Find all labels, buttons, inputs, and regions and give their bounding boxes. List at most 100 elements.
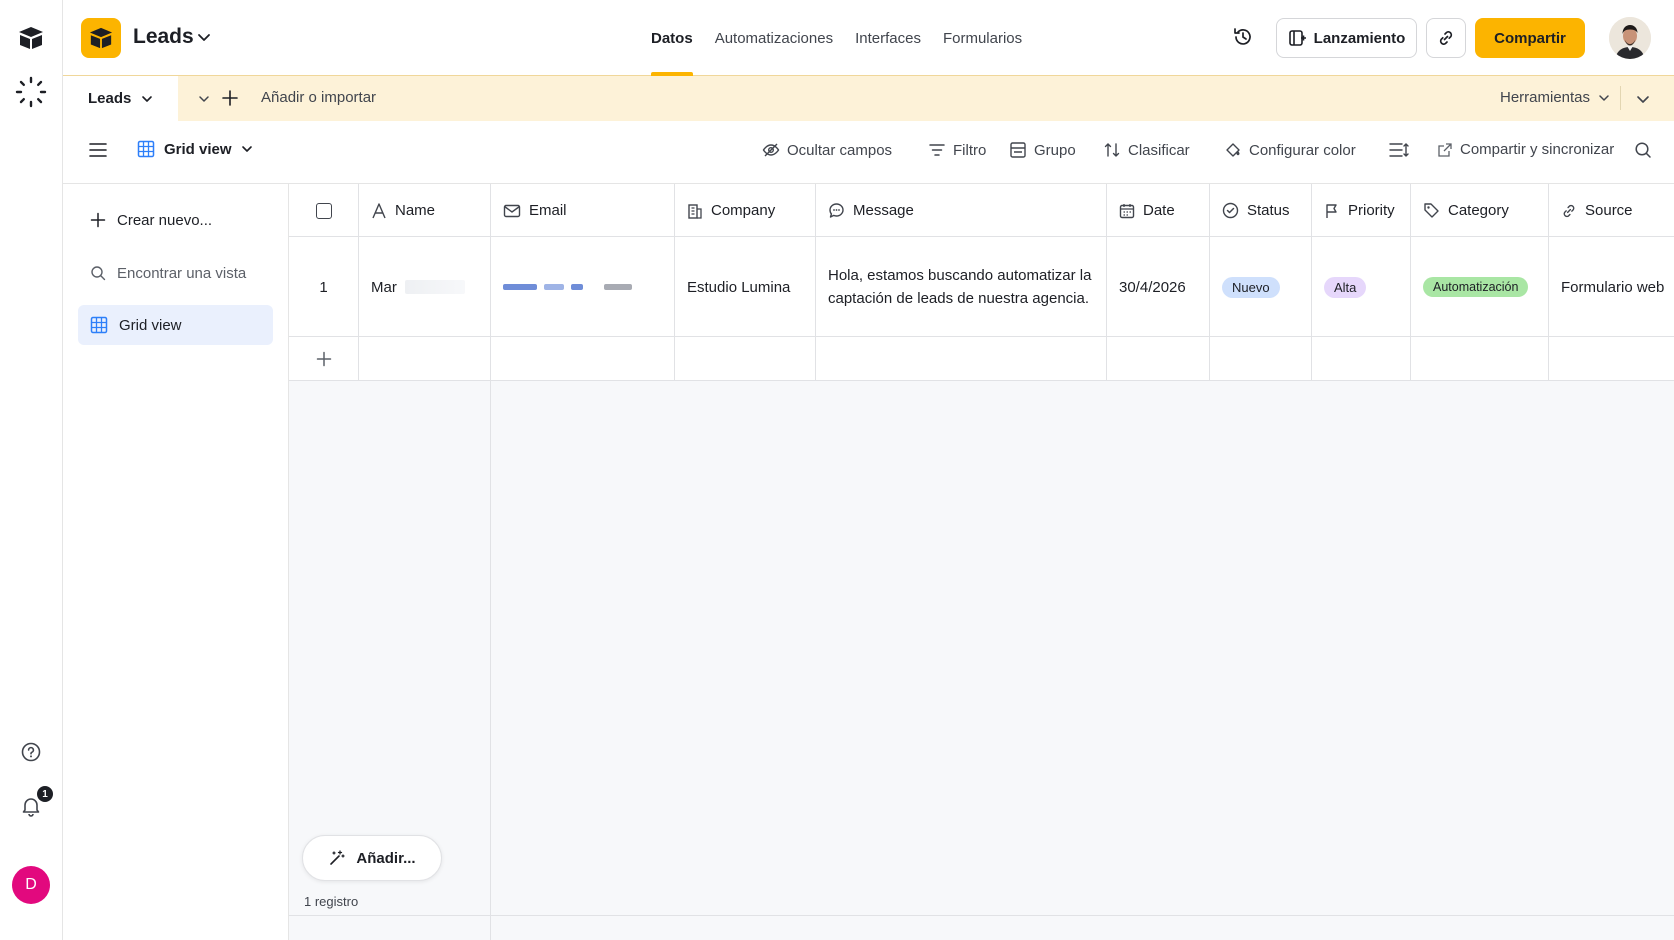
empty-cell [816, 337, 1107, 381]
color-config-button[interactable]: Configurar color [1224, 141, 1356, 159]
tables-bar: Leads Añadir o importar Herramientas [63, 76, 1674, 121]
share-button[interactable]: Compartir [1475, 18, 1585, 58]
view-name: Grid view [164, 140, 232, 158]
loading-spinner-icon[interactable] [15, 76, 47, 108]
plus-icon [90, 212, 106, 228]
link-icon [1563, 204, 1575, 217]
home-logo-icon[interactable] [15, 22, 47, 54]
tab-automatizaciones[interactable]: Automatizaciones [704, 0, 844, 76]
base-name[interactable]: Leads [133, 25, 194, 49]
column-header-message[interactable]: Message [816, 184, 1107, 237]
search-icon[interactable] [1634, 141, 1652, 159]
tools-menu[interactable]: Herramientas [1500, 89, 1610, 106]
search-icon [91, 266, 106, 281]
copy-link-button[interactable] [1426, 18, 1466, 58]
share-sync-button[interactable]: Compartir y sincronizar [1437, 141, 1614, 158]
empty-cell [1411, 337, 1549, 381]
cell-company[interactable]: Estudio Lumina [675, 237, 816, 337]
launch-icon [1288, 30, 1306, 46]
column-header-date[interactable]: Date [1107, 184, 1210, 237]
email-icon [503, 204, 521, 217]
hamburger-menu-icon[interactable] [89, 142, 107, 158]
redacted-text [404, 280, 465, 294]
column-header-email[interactable]: Email [491, 184, 675, 237]
grid-view-icon [90, 316, 108, 334]
paint-bucket-icon [1226, 143, 1240, 157]
link-icon [1439, 31, 1453, 45]
column-header-company[interactable]: Company [675, 184, 816, 237]
external-share-icon [1438, 142, 1452, 157]
filter-icon [929, 144, 945, 156]
cell-source[interactable]: Formulario web [1549, 237, 1674, 337]
view-bar: Grid view Ocultar campos Filtro Grupo Cl… [63, 121, 1674, 184]
add-or-import-button[interactable]: Añadir o importar [261, 89, 376, 106]
view-switcher[interactable]: Grid view [137, 140, 253, 158]
cell-date[interactable]: 30/4/2026 [1107, 237, 1210, 337]
create-new-view-button[interactable]: Crear nuevo... [78, 200, 273, 240]
empty-cell [1210, 337, 1312, 381]
filter-button[interactable]: Filtro [928, 141, 986, 159]
base-icon[interactable] [81, 18, 121, 58]
add-record-button[interactable]: Añadir... [302, 835, 442, 881]
group-button[interactable]: Grupo [1009, 141, 1076, 159]
cell-email[interactable] [491, 237, 675, 337]
priority-badge: Alta [1324, 276, 1367, 298]
launch-button[interactable]: Lanzamiento [1276, 18, 1417, 58]
chat-bubble-icon [829, 203, 844, 218]
views-sidebar: Crear nuevo... Encontrar una vista Grid … [63, 184, 289, 940]
sort-button[interactable]: Clasificar [1103, 141, 1190, 159]
flag-icon [1326, 203, 1337, 218]
help-icon[interactable] [15, 736, 47, 768]
check-circle-icon [1222, 202, 1239, 219]
left-rail: 1 D [0, 0, 63, 940]
add-table-plus-icon[interactable] [221, 89, 239, 107]
expand-chevron-icon[interactable] [1636, 92, 1650, 106]
share-label: Compartir [1494, 29, 1566, 47]
find-view-input[interactable]: Encontrar una vista [78, 253, 273, 293]
cell-priority[interactable]: Alta [1312, 237, 1411, 337]
add-row[interactable] [289, 337, 1674, 381]
history-icon[interactable] [1232, 26, 1254, 48]
user-avatar[interactable] [1609, 17, 1651, 59]
all-tables-chevron-icon[interactable] [198, 93, 210, 105]
summary-bar-divider [289, 915, 1674, 916]
record-count: 1 registro [304, 894, 359, 909]
cell-category[interactable]: Automatización [1411, 237, 1549, 337]
empty-cell [675, 337, 816, 381]
column-header-name[interactable]: Name [359, 184, 491, 237]
cell-name[interactable]: Mar [359, 237, 491, 337]
account-avatar[interactable]: D [12, 866, 50, 904]
empty-cell [1107, 337, 1210, 381]
grid-view-icon [137, 140, 155, 158]
tab-interfaces[interactable]: Interfaces [844, 0, 932, 76]
tab-formularios[interactable]: Formularios [932, 0, 1033, 76]
chevron-down-icon [1599, 94, 1609, 101]
frozen-column-divider [490, 381, 491, 940]
select-all-checkbox[interactable] [315, 202, 332, 219]
row-height-icon[interactable] [1389, 141, 1409, 159]
group-icon [1010, 142, 1026, 158]
column-header-priority[interactable]: Priority [1312, 184, 1411, 237]
column-header-status[interactable]: Status [1210, 184, 1312, 237]
notifications-bell-icon[interactable]: 1 [15, 786, 53, 822]
column-header-source[interactable]: Source [1549, 184, 1674, 237]
cell-message[interactable]: Hola, estamos buscando automatizar la ca… [816, 237, 1107, 337]
account-initial: D [25, 876, 37, 893]
hide-fields-button[interactable]: Ocultar campos [762, 141, 892, 159]
sort-icon [1104, 143, 1120, 157]
chevron-down-icon[interactable] [197, 30, 211, 44]
cell-status[interactable]: Nuevo [1210, 237, 1312, 337]
row-number: 1 [289, 237, 359, 337]
table-tab-label: Leads [88, 90, 132, 107]
status-badge: Nuevo [1222, 276, 1280, 298]
empty-cell [359, 337, 491, 381]
tab-datos[interactable]: Datos [640, 0, 704, 76]
column-header-category[interactable]: Category [1411, 184, 1549, 237]
add-row-plus-icon[interactable] [289, 337, 359, 381]
view-item-grid-view[interactable]: Grid view [78, 305, 273, 345]
table-tab-leads[interactable]: Leads [63, 76, 178, 121]
table-row[interactable]: 1 Mar Estudio Lumina Hola, estamos busca… [289, 237, 1674, 337]
empty-cell [491, 337, 675, 381]
text-field-icon [372, 202, 386, 218]
eye-off-icon [762, 143, 780, 157]
